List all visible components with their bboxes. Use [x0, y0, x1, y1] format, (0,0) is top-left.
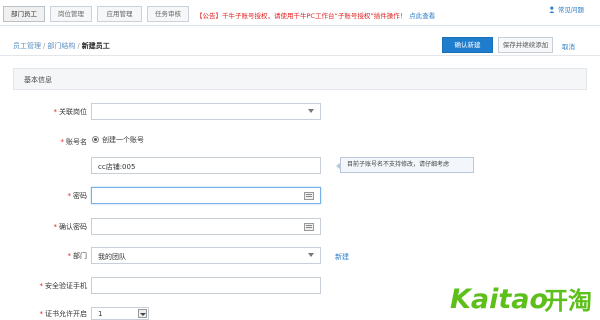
required-mark: *: [53, 108, 58, 116]
tab-position-management[interactable]: 岗位管理: [50, 6, 92, 22]
breadcrumb-current: 新建员工: [81, 42, 110, 50]
chevron-down-icon: [308, 109, 314, 113]
breadcrumb-separator: /: [77, 42, 80, 50]
login-allowed-label-text: 证书允许开启: [45, 310, 87, 318]
account-label-text: 账号名: [66, 138, 87, 146]
chevron-down-icon: [308, 253, 314, 257]
security-phone-label-text: 安全验证手机: [45, 282, 87, 290]
password-label: * 密码: [13, 191, 88, 201]
position-label-text: 关联岗位: [59, 108, 87, 116]
account-name-tip: 目前子账号名不支持修改，请仔细考虑: [336, 157, 474, 173]
confirm-password-label: * 确认密码: [13, 222, 88, 232]
create-account-radio[interactable]: 创建一个账号: [92, 135, 144, 145]
breadcrumb-department-structure[interactable]: 部门结构: [47, 42, 75, 50]
save-and-continue-button[interactable]: 保存并继续添加: [498, 37, 553, 53]
keyboard-icon[interactable]: [304, 192, 314, 200]
breadcrumb-staff-management[interactable]: 员工管理: [13, 42, 41, 50]
security-phone-input[interactable]: [91, 277, 321, 294]
cancel-button[interactable]: 取消: [562, 41, 575, 51]
tab-department-staff[interactable]: 部门员工: [3, 6, 45, 22]
help-label: 常见问题: [558, 6, 584, 14]
password-label-text: 密码: [73, 192, 87, 200]
help-link[interactable]: 常见问题: [549, 4, 584, 14]
confirm-password-input[interactable]: [91, 218, 321, 235]
breadcrumb: 员工管理 / 部门结构 / 新建员工: [13, 41, 110, 51]
department-label-text: 部门: [73, 252, 87, 260]
user-help-icon: [549, 6, 555, 13]
required-mark: *: [53, 223, 58, 231]
account-name-input[interactable]: cc店铺:005: [91, 157, 321, 174]
announcement-text: 【公告】千牛子账号授权，请使用千牛PC工作台“子账号授权”插件操作！: [196, 12, 407, 20]
kaitao-logo-mark: Kaitao 开淘: [450, 284, 592, 315]
create-account-radio-label: 创建一个账号: [102, 136, 144, 144]
tab-app-management[interactable]: 应用管理: [97, 6, 142, 22]
announcement-link[interactable]: 点此查看: [409, 12, 435, 20]
required-mark: *: [67, 192, 72, 200]
radio-selected-icon: [92, 136, 99, 143]
password-input[interactable]: [91, 187, 321, 204]
announcement-notice: 【公告】千牛子账号授权，请使用千牛PC工作台“子账号授权”插件操作！ 点此查看: [196, 10, 435, 20]
breadcrumb-separator: /: [43, 42, 46, 50]
position-label: * 关联岗位: [13, 107, 88, 117]
keyboard-icon[interactable]: [304, 223, 314, 231]
login-allowed-select[interactable]: 1: [91, 307, 149, 320]
account-label: * 账号名: [13, 137, 88, 147]
position-select[interactable]: [91, 103, 321, 120]
security-phone-label: * 安全验证手机: [13, 281, 88, 291]
required-mark: *: [39, 282, 44, 290]
confirm-password-label-text: 确认密码: [59, 223, 87, 231]
top-tab-bar: 部门员工 岗位管理 应用管理 任务审核 【公告】千牛子账号授权，请使用千牛PC工…: [0, 0, 600, 26]
required-mark: *: [39, 310, 44, 318]
section-title: 基本信息: [24, 76, 52, 84]
confirm-create-button[interactable]: 确认新建: [442, 37, 493, 53]
new-department-link[interactable]: 新建: [335, 252, 349, 262]
section-basic-info: 基本信息: [13, 68, 587, 90]
department-select[interactable]: 我的团队: [91, 247, 321, 264]
account-name-value: cc店铺:005: [98, 163, 136, 171]
svg-text:开淘: 开淘: [544, 287, 592, 315]
kaitao-logo: Kaitao 开淘: [450, 278, 596, 318]
department-value: 我的团队: [98, 253, 126, 261]
required-mark: *: [67, 252, 72, 260]
required-mark: *: [60, 138, 65, 146]
tab-task-review[interactable]: 任务审核: [147, 6, 189, 22]
department-label: * 部门: [13, 251, 88, 261]
login-allowed-value: 1: [98, 310, 103, 318]
chevron-down-icon[interactable]: [138, 309, 147, 318]
svg-text:Kaitao: Kaitao: [450, 284, 548, 315]
login-allowed-label: * 证书允许开启: [13, 309, 88, 319]
